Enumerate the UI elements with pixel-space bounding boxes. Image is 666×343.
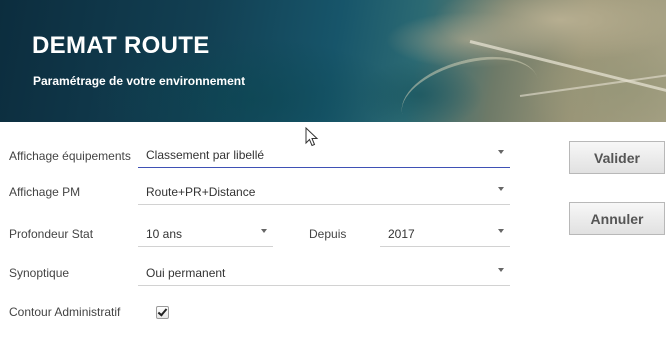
depuis-label: Depuis [309, 227, 347, 241]
chevron-down-icon [498, 150, 504, 154]
page-subtitle: Paramétrage de votre environnement [33, 74, 246, 88]
cancel-button[interactable]: Annuler [569, 202, 665, 235]
synoptique-select-value: Oui permanent [146, 266, 226, 280]
settings-page: DEMAT ROUTE Paramétrage de votre environ… [0, 0, 666, 343]
synoptique-select[interactable]: Oui permanent [138, 260, 510, 286]
equipements-select-value: Classement par libellé [146, 148, 265, 162]
depuis-select[interactable]: 2017 [380, 221, 510, 247]
pm-select-value: Route+PR+Distance [146, 185, 256, 199]
contour-label: Contour Administratif [9, 305, 121, 319]
mouse-pointer-icon [305, 127, 319, 147]
chevron-down-icon [498, 229, 504, 233]
pm-select[interactable]: Route+PR+Distance [138, 179, 510, 205]
pm-label: Affichage PM [9, 185, 81, 199]
depuis-select-value: 2017 [388, 227, 415, 241]
synoptique-label: Synoptique [9, 266, 70, 280]
checkmark-icon [157, 306, 168, 317]
profondeur-select-value: 10 ans [146, 227, 183, 241]
contour-checkbox[interactable] [156, 306, 169, 319]
profondeur-label: Profondeur Stat [9, 227, 94, 241]
header-banner: DEMAT ROUTE Paramétrage de votre environ… [0, 0, 666, 122]
chevron-down-icon [498, 268, 504, 272]
validate-button[interactable]: Valider [569, 141, 665, 174]
app-title: DEMAT ROUTE [32, 32, 210, 59]
chevron-down-icon [498, 187, 504, 191]
equipements-label: Affichage équipements [9, 149, 131, 163]
equipements-select[interactable]: Classement par libellé [138, 142, 510, 168]
profondeur-select[interactable]: 10 ans [138, 221, 273, 247]
chevron-down-icon [261, 229, 267, 233]
